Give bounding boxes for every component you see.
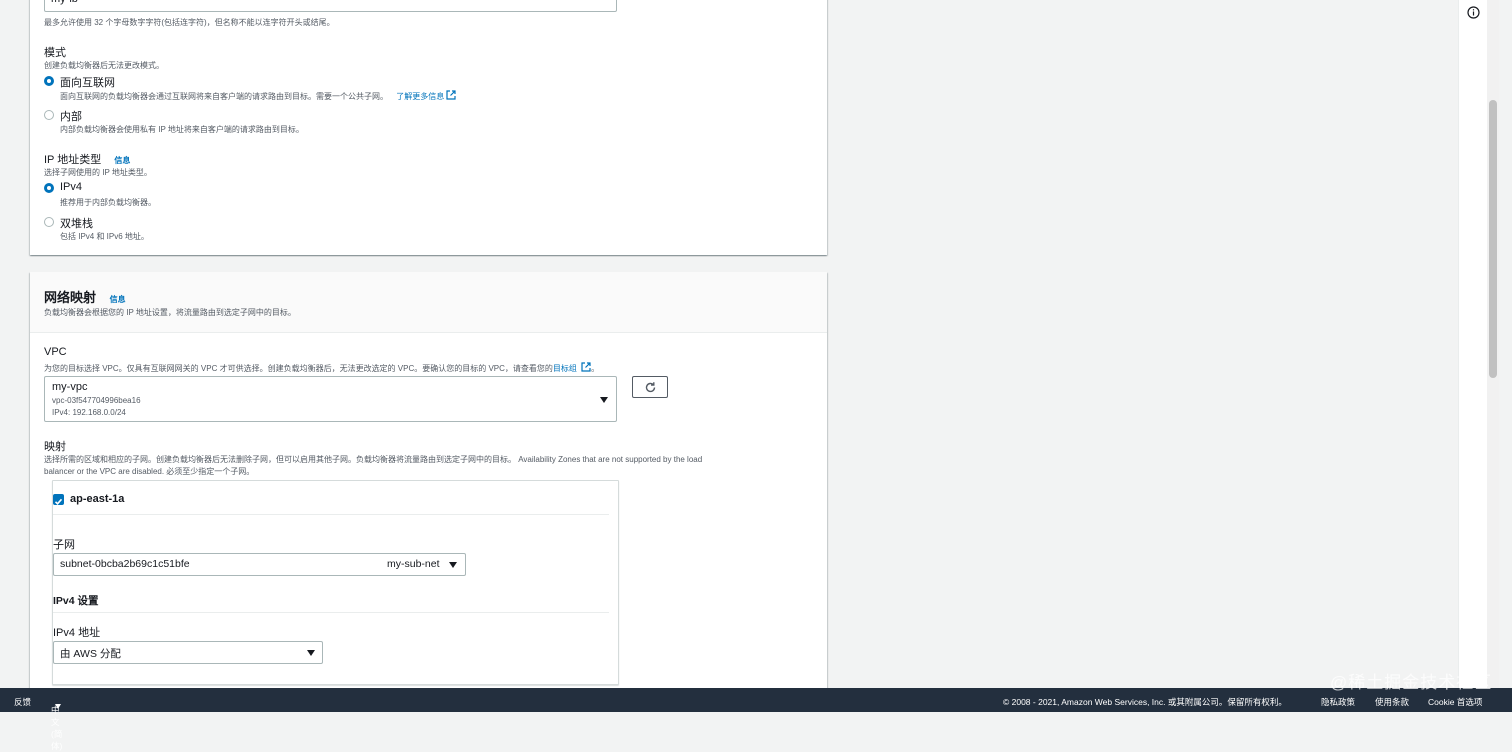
scheme-internet-radio[interactable]	[44, 76, 54, 86]
page: my-lb 最多允许使用 32 个字母数字字符(包括连字符)，但名称不能以连字符…	[0, 0, 1512, 688]
basic-config-card: my-lb 最多允许使用 32 个字母数字字符(包括连字符)，但名称不能以连字符…	[30, 0, 827, 255]
external-link-icon[interactable]	[581, 362, 591, 372]
lb-name-value: my-lb	[51, 0, 78, 5]
ip-ipv4-label[interactable]: IPv4	[60, 181, 82, 193]
ip-type-label: IP 地址类型 信息	[44, 151, 130, 167]
lb-name-hint: 最多允许使用 32 个字母数字字符(包括连字符)，但名称不能以连字符开头或结尾。	[44, 18, 335, 27]
network-mapping-header: 网络映射 信息 负载均衡器会根据您的 IP 地址设置，将流量路由到选定子网中的目…	[30, 272, 827, 333]
lb-name-input[interactable]: my-lb	[44, 0, 617, 12]
terms-link[interactable]: 使用条款	[1375, 696, 1409, 708]
info-icon[interactable]	[1467, 6, 1480, 19]
ip-type-desc: 选择子网使用的 IP 地址类型。	[44, 168, 152, 177]
learn-more-link[interactable]: 了解更多信息	[396, 92, 444, 101]
network-info-link[interactable]: 信息	[110, 295, 126, 304]
az-divider	[53, 514, 609, 515]
subnet-id: subnet-0bcba2b69c1c51bfe	[60, 558, 190, 570]
az-mapping-panel: ap-east-1a 子网 subnet-0bcba2b69c1c51bfe m…	[52, 480, 619, 685]
copyright-text: © 2008 - 2021, Amazon Web Services, Inc.…	[1003, 697, 1287, 707]
scheme-internal-label[interactable]: 内部	[60, 108, 82, 124]
cookie-preferences-link[interactable]: Cookie 首选项	[1428, 696, 1482, 708]
vpc-name: my-vpc	[52, 381, 88, 393]
ipv4-settings-heading: IPv4 设置	[53, 595, 99, 607]
vpc-select[interactable]: my-vpc vpc-03f547704996bea16 IPv4: 192.1…	[44, 376, 617, 422]
az-checkbox[interactable]	[53, 494, 64, 505]
chevron-down-icon	[55, 704, 61, 709]
scheme-internet-desc-text: 面向互联网的负载均衡器会通过互联网将来自客户端的请求路由到目标。需要一个公共子网…	[60, 92, 388, 101]
scheme-internal-desc: 内部负载均衡器会使用私有 IP 地址将来自客户端的请求路由到目标。	[60, 125, 304, 134]
external-link-icon[interactable]	[446, 90, 457, 100]
scrollbar-thumb[interactable]	[1489, 100, 1497, 378]
target-group-link[interactable]: 目标组	[553, 364, 577, 373]
ip-ipv4-radio[interactable]	[44, 183, 54, 193]
ipv4-address-select[interactable]: 由 AWS 分配	[53, 641, 323, 664]
help-panel-rail	[1458, 0, 1488, 688]
ip-dualstack-radio[interactable]	[44, 217, 54, 227]
language-label: 中文(简体)	[51, 705, 63, 751]
network-mapping-card: 网络映射 信息 负载均衡器会根据您的 IP 地址设置，将流量路由到选定子网中的目…	[30, 272, 827, 688]
chevron-down-icon	[307, 650, 315, 656]
mapping-label: 映射	[44, 441, 66, 453]
privacy-link[interactable]: 隐私政策	[1321, 696, 1355, 708]
network-mapping-title: 网络映射 信息	[44, 287, 126, 306]
vpc-desc: 为您的目标选择 VPC。仅具有互联网网关的 VPC 才可供选择。创建负载均衡器后…	[44, 362, 599, 374]
feedback-link[interactable]: 反馈	[14, 696, 31, 708]
subnet-select[interactable]: subnet-0bcba2b69c1c51bfe my-sub-net	[53, 553, 466, 576]
network-mapping-desc: 负载均衡器会根据您的 IP 地址设置，将流量路由到选定子网中的目标。	[44, 308, 296, 317]
az-name[interactable]: ap-east-1a	[70, 493, 124, 505]
subnet-label: 子网	[53, 539, 75, 551]
mapping-desc-2: balancer or the VPC are disabled. 必须至少指定…	[44, 467, 255, 476]
chevron-down-icon	[449, 562, 457, 568]
vpc-cidr: IPv4: 192.168.0.0/24	[52, 408, 126, 417]
ip-ipv4-desc: 推荐用于内部负载均衡器。	[60, 198, 156, 207]
ip-type-label-text: IP 地址类型	[44, 154, 102, 166]
ip-type-info-link[interactable]: 信息	[114, 156, 130, 165]
subnet-name: my-sub-net	[387, 558, 440, 570]
ipv4-divider	[53, 612, 609, 613]
mapping-desc-1: 选择所需的区域和相应的子网。创建负载均衡器后无法删除子网，但可以启用其他子网。负…	[44, 455, 703, 464]
ip-dualstack-label[interactable]: 双堆栈	[60, 215, 93, 231]
scheme-internal-radio[interactable]	[44, 110, 54, 120]
ipv4-address-value: 由 AWS 分配	[60, 648, 121, 660]
scheme-internet-label[interactable]: 面向互联网	[60, 74, 115, 90]
vpc-label: VPC	[44, 346, 67, 358]
ipv4-address-label: IPv4 地址	[53, 627, 101, 639]
console-footer: 反馈 中文(简体) © 2008 - 2021, Amazon Web Serv…	[0, 688, 1512, 751]
scheme-internet-desc: 面向互联网的负载均衡器会通过互联网将来自客户端的请求路由到目标。需要一个公共子网…	[60, 90, 457, 102]
refresh-vpc-button[interactable]	[632, 376, 668, 398]
watermark: @稀土掘金技术社区	[1330, 673, 1493, 692]
chevron-down-icon	[600, 397, 608, 403]
network-mapping-title-text: 网络映射	[44, 290, 97, 305]
vpc-id: vpc-03f547704996bea16	[52, 396, 141, 405]
scheme-desc: 创建负载均衡器后无法更改模式。	[44, 61, 164, 70]
vpc-desc-end: 。	[591, 364, 600, 373]
scheme-label: 模式	[44, 47, 66, 59]
ip-dualstack-desc: 包括 IPv4 和 IPv6 地址。	[60, 232, 149, 241]
check-icon	[54, 498, 63, 505]
refresh-icon	[645, 382, 656, 393]
vpc-desc-text: 为您的目标选择 VPC。仅具有互联网网关的 VPC 才可供选择。创建负载均衡器后…	[44, 364, 553, 373]
